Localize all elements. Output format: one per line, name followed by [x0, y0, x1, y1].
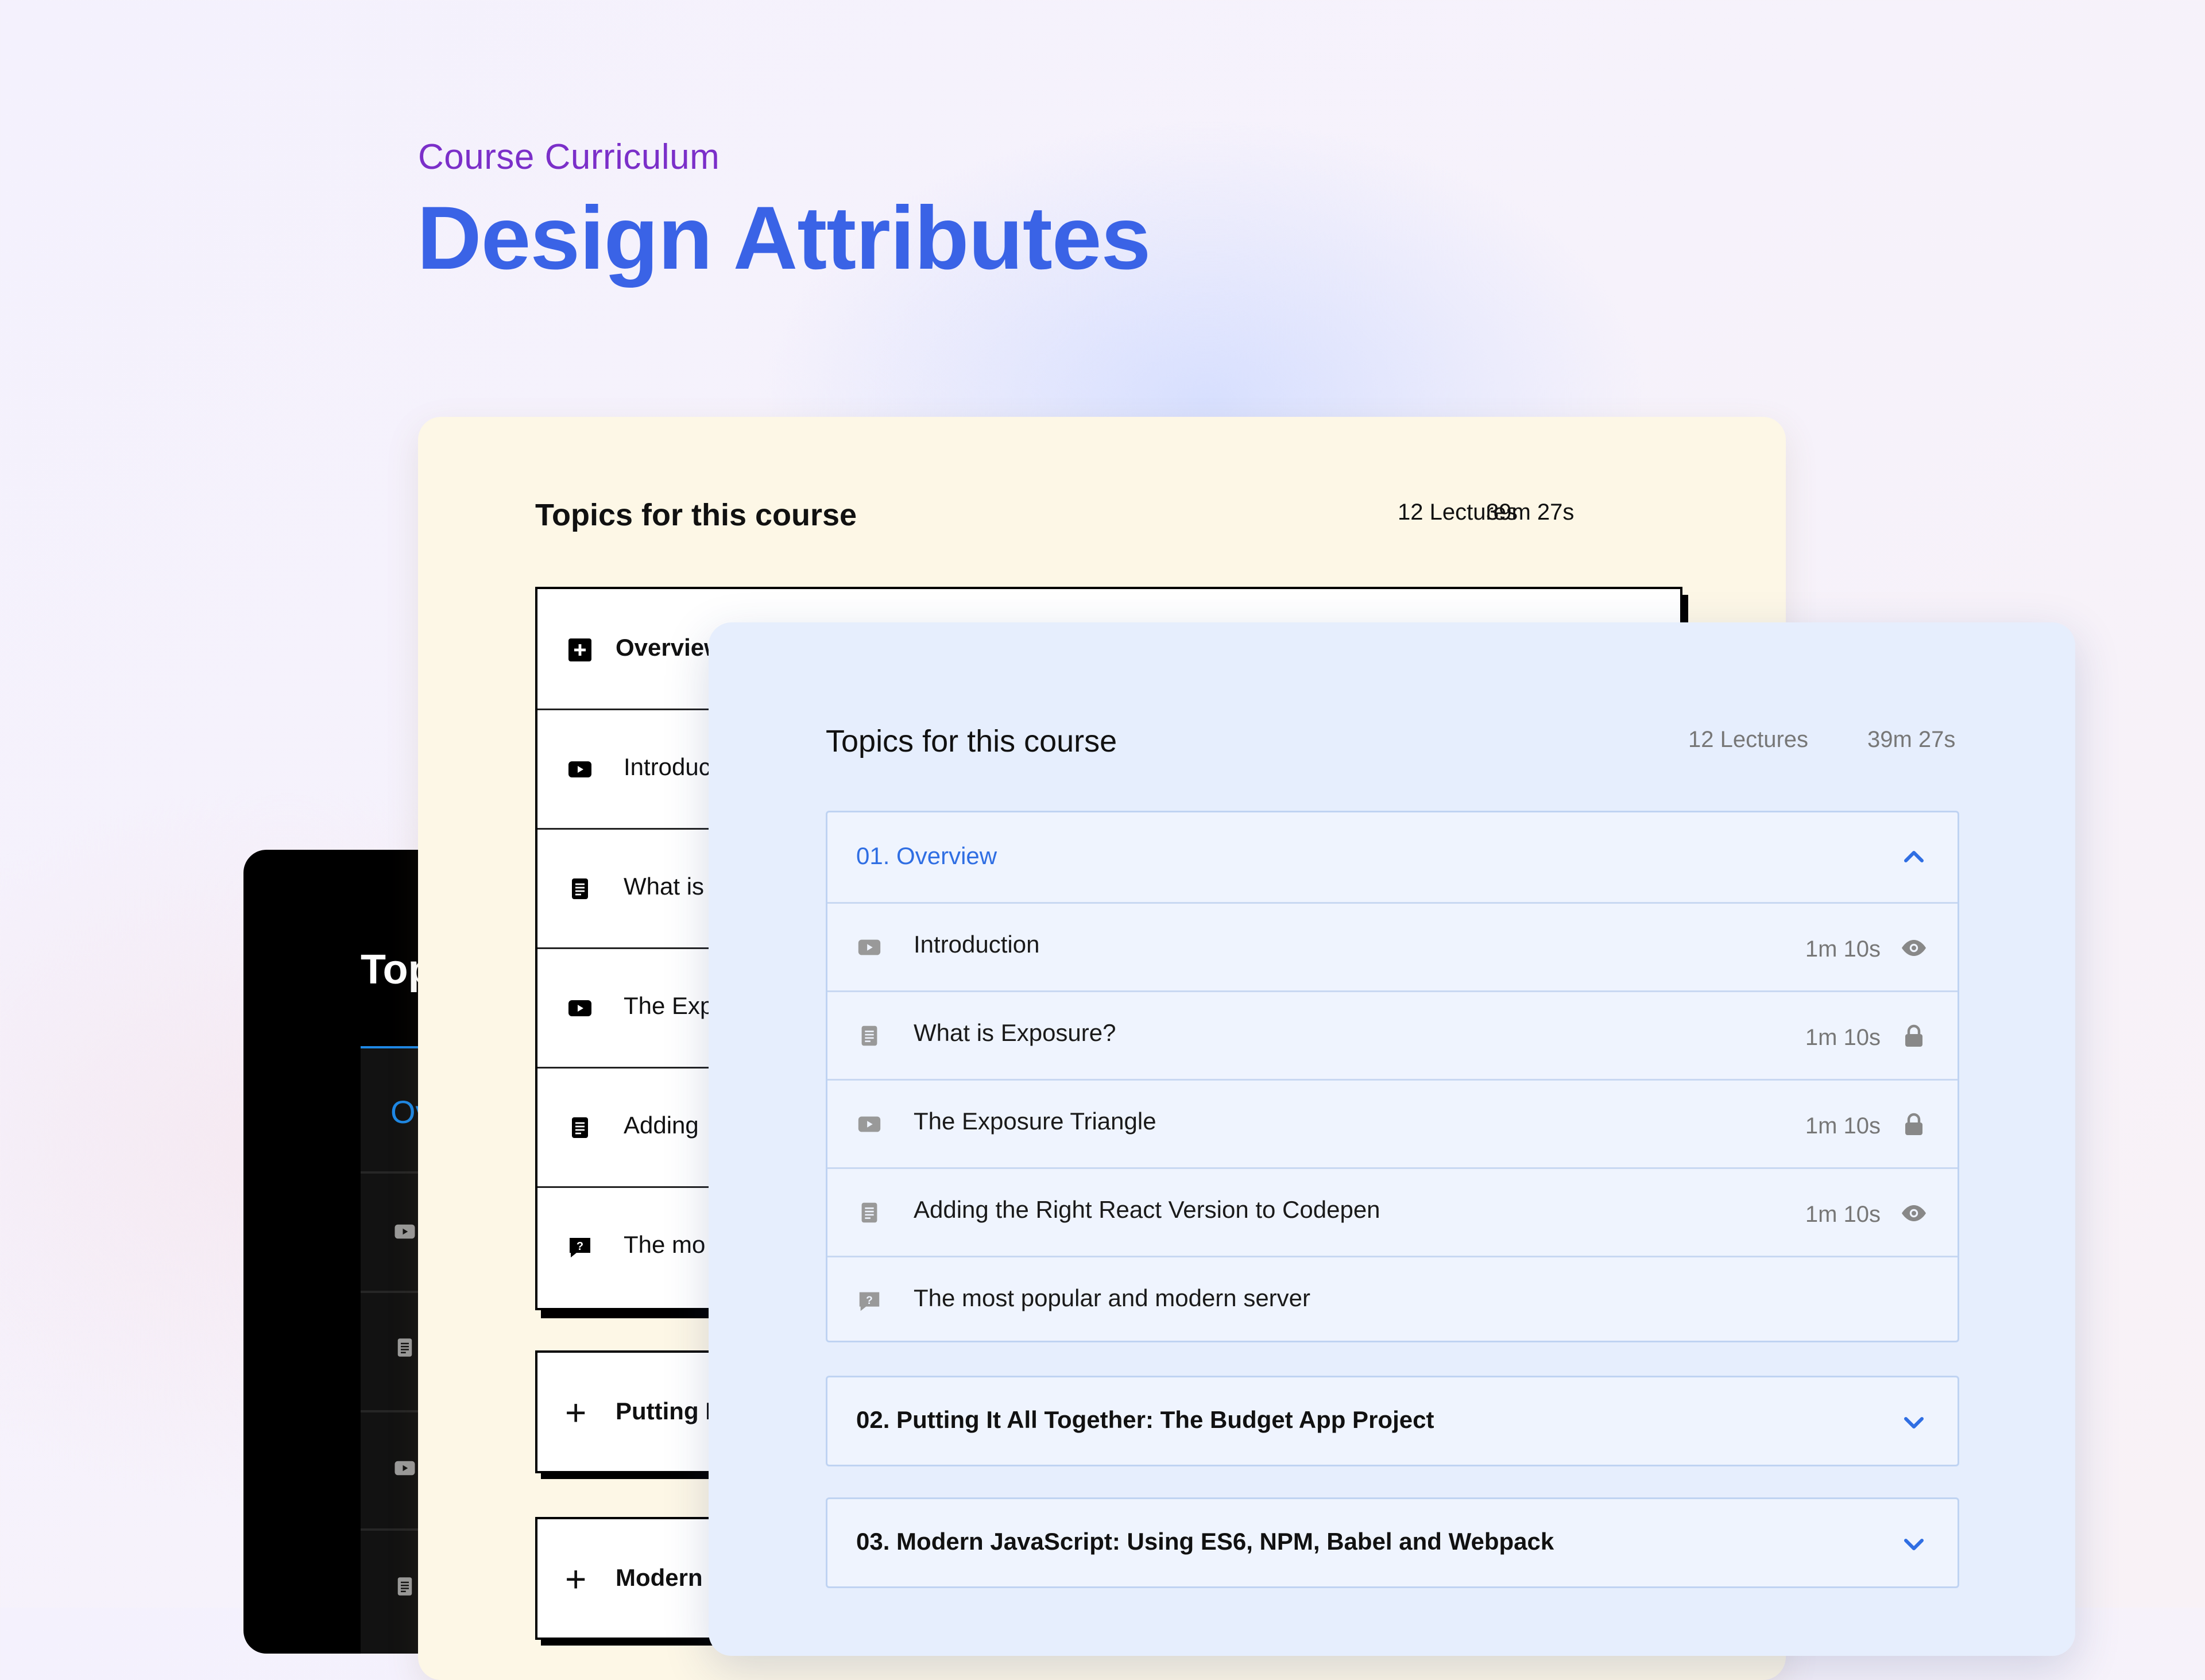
blue-lecture-count: 12 Lectures: [1688, 727, 1809, 752]
play-icon: [566, 994, 594, 1022]
cream-section-label: Putting I: [616, 1398, 712, 1424]
blue-total-duration: 39m 27s: [1867, 727, 1956, 752]
play-icon: [566, 756, 594, 783]
cream-section-title: Overview: [616, 634, 723, 661]
lock-icon: [1900, 1023, 1928, 1050]
blue-section-collapsed[interactable]: 03. Modern JavaScript: Using ES6, NPM, B…: [826, 1497, 1959, 1588]
document-icon: [393, 1336, 417, 1360]
play-icon: [856, 1111, 883, 1137]
blue-theme-card: Topics for this course 12 Lectures 39m 2…: [709, 622, 2075, 1656]
cream-lecture-label: Introduc: [624, 753, 711, 780]
eye-icon[interactable]: [1900, 1199, 1928, 1227]
quiz-icon: ?: [856, 1288, 883, 1314]
play-icon: [393, 1220, 417, 1244]
cream-lecture-label: The mo: [624, 1231, 706, 1258]
chevron-down-icon[interactable]: [1900, 1530, 1928, 1558]
blue-lecture-label: Introduction: [914, 931, 1040, 958]
blue-section-header[interactable]: 01. Overview: [827, 812, 1958, 904]
blue-card-heading: Topics for this course: [826, 724, 1117, 758]
blue-lecture-row[interactable]: ? The most popular and modern server: [827, 1256, 1958, 1344]
blue-section-label: 03. Modern JavaScript: Using ES6, NPM, B…: [856, 1528, 1554, 1555]
blue-lecture-row[interactable]: What is Exposure? 1m 10s: [827, 990, 1958, 1081]
document-icon: [566, 875, 594, 903]
document-icon: [856, 1023, 883, 1049]
hero-title: Design Attributes: [417, 188, 1151, 288]
hero-eyebrow: Course Curriculum: [418, 137, 720, 177]
eye-icon[interactable]: [1900, 934, 1928, 962]
chevron-down-icon[interactable]: [1900, 1408, 1928, 1436]
svg-text:?: ?: [866, 1295, 873, 1307]
cream-lecture-label: What is: [624, 873, 705, 900]
document-icon: [856, 1199, 883, 1226]
plus-square-icon: [566, 636, 594, 664]
blue-section-label: 02. Putting It All Together: The Budget …: [856, 1406, 1434, 1433]
cream-lecture-label: The Exp: [624, 992, 714, 1019]
lock-icon: [1900, 1111, 1928, 1139]
quiz-icon: ?: [566, 1233, 594, 1261]
cream-section-label: Modern: [616, 1564, 703, 1591]
blue-lecture-label: The most popular and modern server: [914, 1284, 1311, 1311]
play-icon: [393, 1456, 417, 1480]
svg-text:?: ?: [577, 1240, 583, 1253]
blue-lecture-duration: 1m 10s: [1805, 1202, 1881, 1227]
blue-lecture-duration: 1m 10s: [1805, 936, 1881, 962]
play-icon: [856, 934, 883, 961]
plus-icon: +: [565, 1558, 587, 1600]
blue-section-title: 01. Overview: [856, 842, 997, 869]
blue-open-section: 01. Overview Introduction 1m 10s What is…: [826, 811, 1959, 1342]
document-icon: [393, 1574, 417, 1598]
chevron-up-icon[interactable]: [1900, 843, 1928, 871]
plus-icon: +: [565, 1392, 587, 1433]
cream-lecture-label: Adding: [624, 1112, 699, 1139]
blue-lecture-row[interactable]: Adding the Right React Version to Codepe…: [827, 1167, 1958, 1257]
document-icon: [566, 1114, 594, 1141]
cream-total-duration: 39m 27s: [1486, 500, 1575, 525]
blue-section-collapsed[interactable]: 02. Putting It All Together: The Budget …: [826, 1376, 1959, 1466]
blue-lecture-row[interactable]: Introduction 1m 10s: [827, 902, 1958, 992]
blue-lecture-row[interactable]: The Exposure Triangle 1m 10s: [827, 1079, 1958, 1169]
blue-lecture-label: Adding the Right React Version to Codepe…: [914, 1196, 1380, 1223]
blue-lecture-label: The Exposure Triangle: [914, 1108, 1156, 1135]
blue-lecture-duration: 1m 10s: [1805, 1025, 1881, 1050]
cream-card-heading: Topics for this course: [535, 498, 857, 532]
blue-lecture-label: What is Exposure?: [914, 1019, 1116, 1046]
blue-lecture-duration: 1m 10s: [1805, 1113, 1881, 1139]
